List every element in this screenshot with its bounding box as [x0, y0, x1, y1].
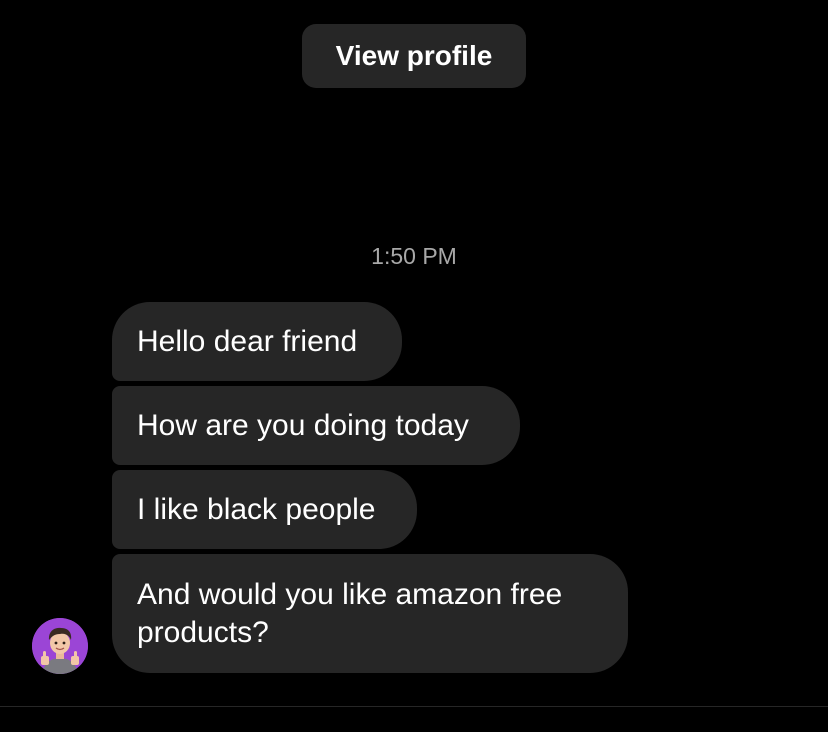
composer-divider: [0, 706, 828, 707]
message-bubble[interactable]: I like black people: [112, 470, 417, 549]
message-bubble[interactable]: And would you like amazon free products?: [112, 554, 628, 673]
message-text: And would you like amazon free products?: [137, 577, 563, 649]
view-profile-button[interactable]: View profile: [302, 24, 526, 88]
message-text: How are you doing today: [137, 408, 469, 442]
message-text: I like black people: [137, 492, 376, 526]
message-bubble[interactable]: How are you doing today: [112, 386, 520, 465]
message-text: Hello dear friend: [137, 324, 358, 358]
memoji-thumbs-up-avatar-icon: [32, 618, 88, 674]
message-timestamp: 1:50 PM: [371, 243, 457, 269]
sender-avatar[interactable]: [32, 618, 88, 674]
message-bubble[interactable]: Hello dear friend: [112, 302, 402, 381]
